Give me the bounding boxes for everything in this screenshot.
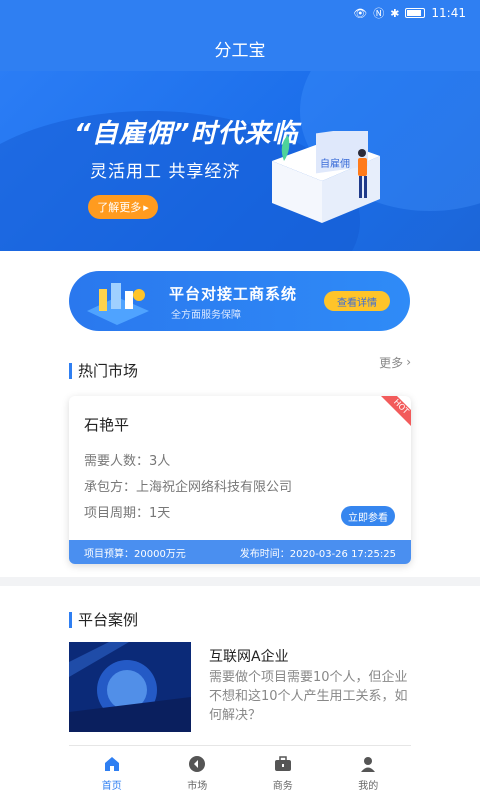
status-time: 11:41: [431, 6, 466, 20]
tab-market[interactable]: 市场: [162, 746, 232, 800]
app-title-bar: 分工宝: [0, 26, 480, 71]
nfc-icon: Ⓝ: [373, 7, 385, 20]
case-description: 需要做个项目需要10个人，但企业不想和这10个人产生用工关系，如何解决？: [209, 670, 408, 723]
hot-market-title: 热门市场: [69, 363, 138, 379]
view-details-button[interactable]: 查看详情: [324, 291, 390, 311]
promo-title: 平台对接工商系统: [169, 285, 298, 303]
case-image[interactable]: [69, 642, 191, 732]
card-budget: 项目预算：20000万元: [84, 548, 186, 560]
card-footer: 项目预算：20000万元 发布时间：2020-03-26 17:25:25: [69, 540, 411, 564]
tab-home-label: 首页: [101, 780, 122, 792]
briefcase-icon: [274, 755, 291, 771]
book-text: 自雇佣: [320, 157, 350, 170]
user-icon: [361, 756, 376, 772]
app-title: 分工宝: [214, 41, 266, 61]
promo-banner[interactable]: 平台对接工商系统 全方面服务保障 查看详情: [69, 271, 410, 331]
card-period: 项目周期：1天: [84, 506, 171, 521]
cases-header: 平台案例: [69, 610, 411, 630]
tab-home[interactable]: 首页: [77, 746, 147, 800]
hero-banner[interactable]: “自雇佣”时代来临 灵活用工 共享经济 了解更多 ▸ 自雇佣: [0, 71, 480, 251]
more-label: 更多: [379, 355, 404, 370]
promo-illustration: [87, 283, 149, 325]
chevron-right-icon: ›: [406, 355, 411, 369]
tab-business-label: 商务: [272, 780, 293, 792]
tab-market-label: 市场: [187, 780, 208, 792]
status-bar: 👁 Ⓝ ✱ 11:41: [0, 0, 480, 26]
hot-badge: HOT: [381, 396, 411, 426]
learn-more-label: 了解更多: [97, 201, 142, 214]
view-now-button[interactable]: 立即参看: [341, 506, 395, 526]
tab-profile-label: 我的: [358, 780, 379, 792]
main-content: 平台对接工商系统 全方面服务保障 查看详情 热门市场 更多 › HOT 石艳平 …: [0, 251, 480, 577]
tab-business[interactable]: 商务: [248, 746, 318, 800]
promo-subtitle: 全方面服务保障: [171, 310, 241, 321]
card-contractor: 承包方：上海祝企网络科技有限公司: [84, 480, 293, 495]
market-card[interactable]: HOT 石艳平 需要人数：3人 承包方：上海祝企网络科技有限公司 项目周期：1天…: [69, 396, 411, 564]
card-people: 需要人数：3人: [84, 454, 171, 469]
card-name: 石艳平: [84, 416, 130, 434]
book-illustration: 自雇佣: [272, 131, 380, 223]
home-icon: [104, 756, 119, 771]
market-icon: [189, 755, 206, 772]
eye-icon: 👁: [353, 6, 368, 20]
battery-icon: [405, 8, 426, 18]
play-arrow-icon: ▸: [143, 200, 149, 214]
hot-market-header: 热门市场 更多 ›: [69, 355, 411, 381]
case-title[interactable]: 互联网A企业: [209, 646, 289, 666]
bottom-tab-bar: 首页 市场 商务 我的: [69, 745, 411, 800]
banner-subtitle: 灵活用工 共享经济: [90, 162, 241, 182]
card-publish-time: 发布时间：2020-03-26 17:25:25: [239, 548, 396, 560]
more-link[interactable]: 更多 ›: [379, 354, 411, 371]
cases-title: 平台案例: [69, 612, 138, 628]
bluetooth-icon: ✱: [390, 6, 400, 20]
learn-more-button[interactable]: 了解更多 ▸: [88, 195, 158, 219]
tab-profile[interactable]: 我的: [333, 746, 403, 800]
